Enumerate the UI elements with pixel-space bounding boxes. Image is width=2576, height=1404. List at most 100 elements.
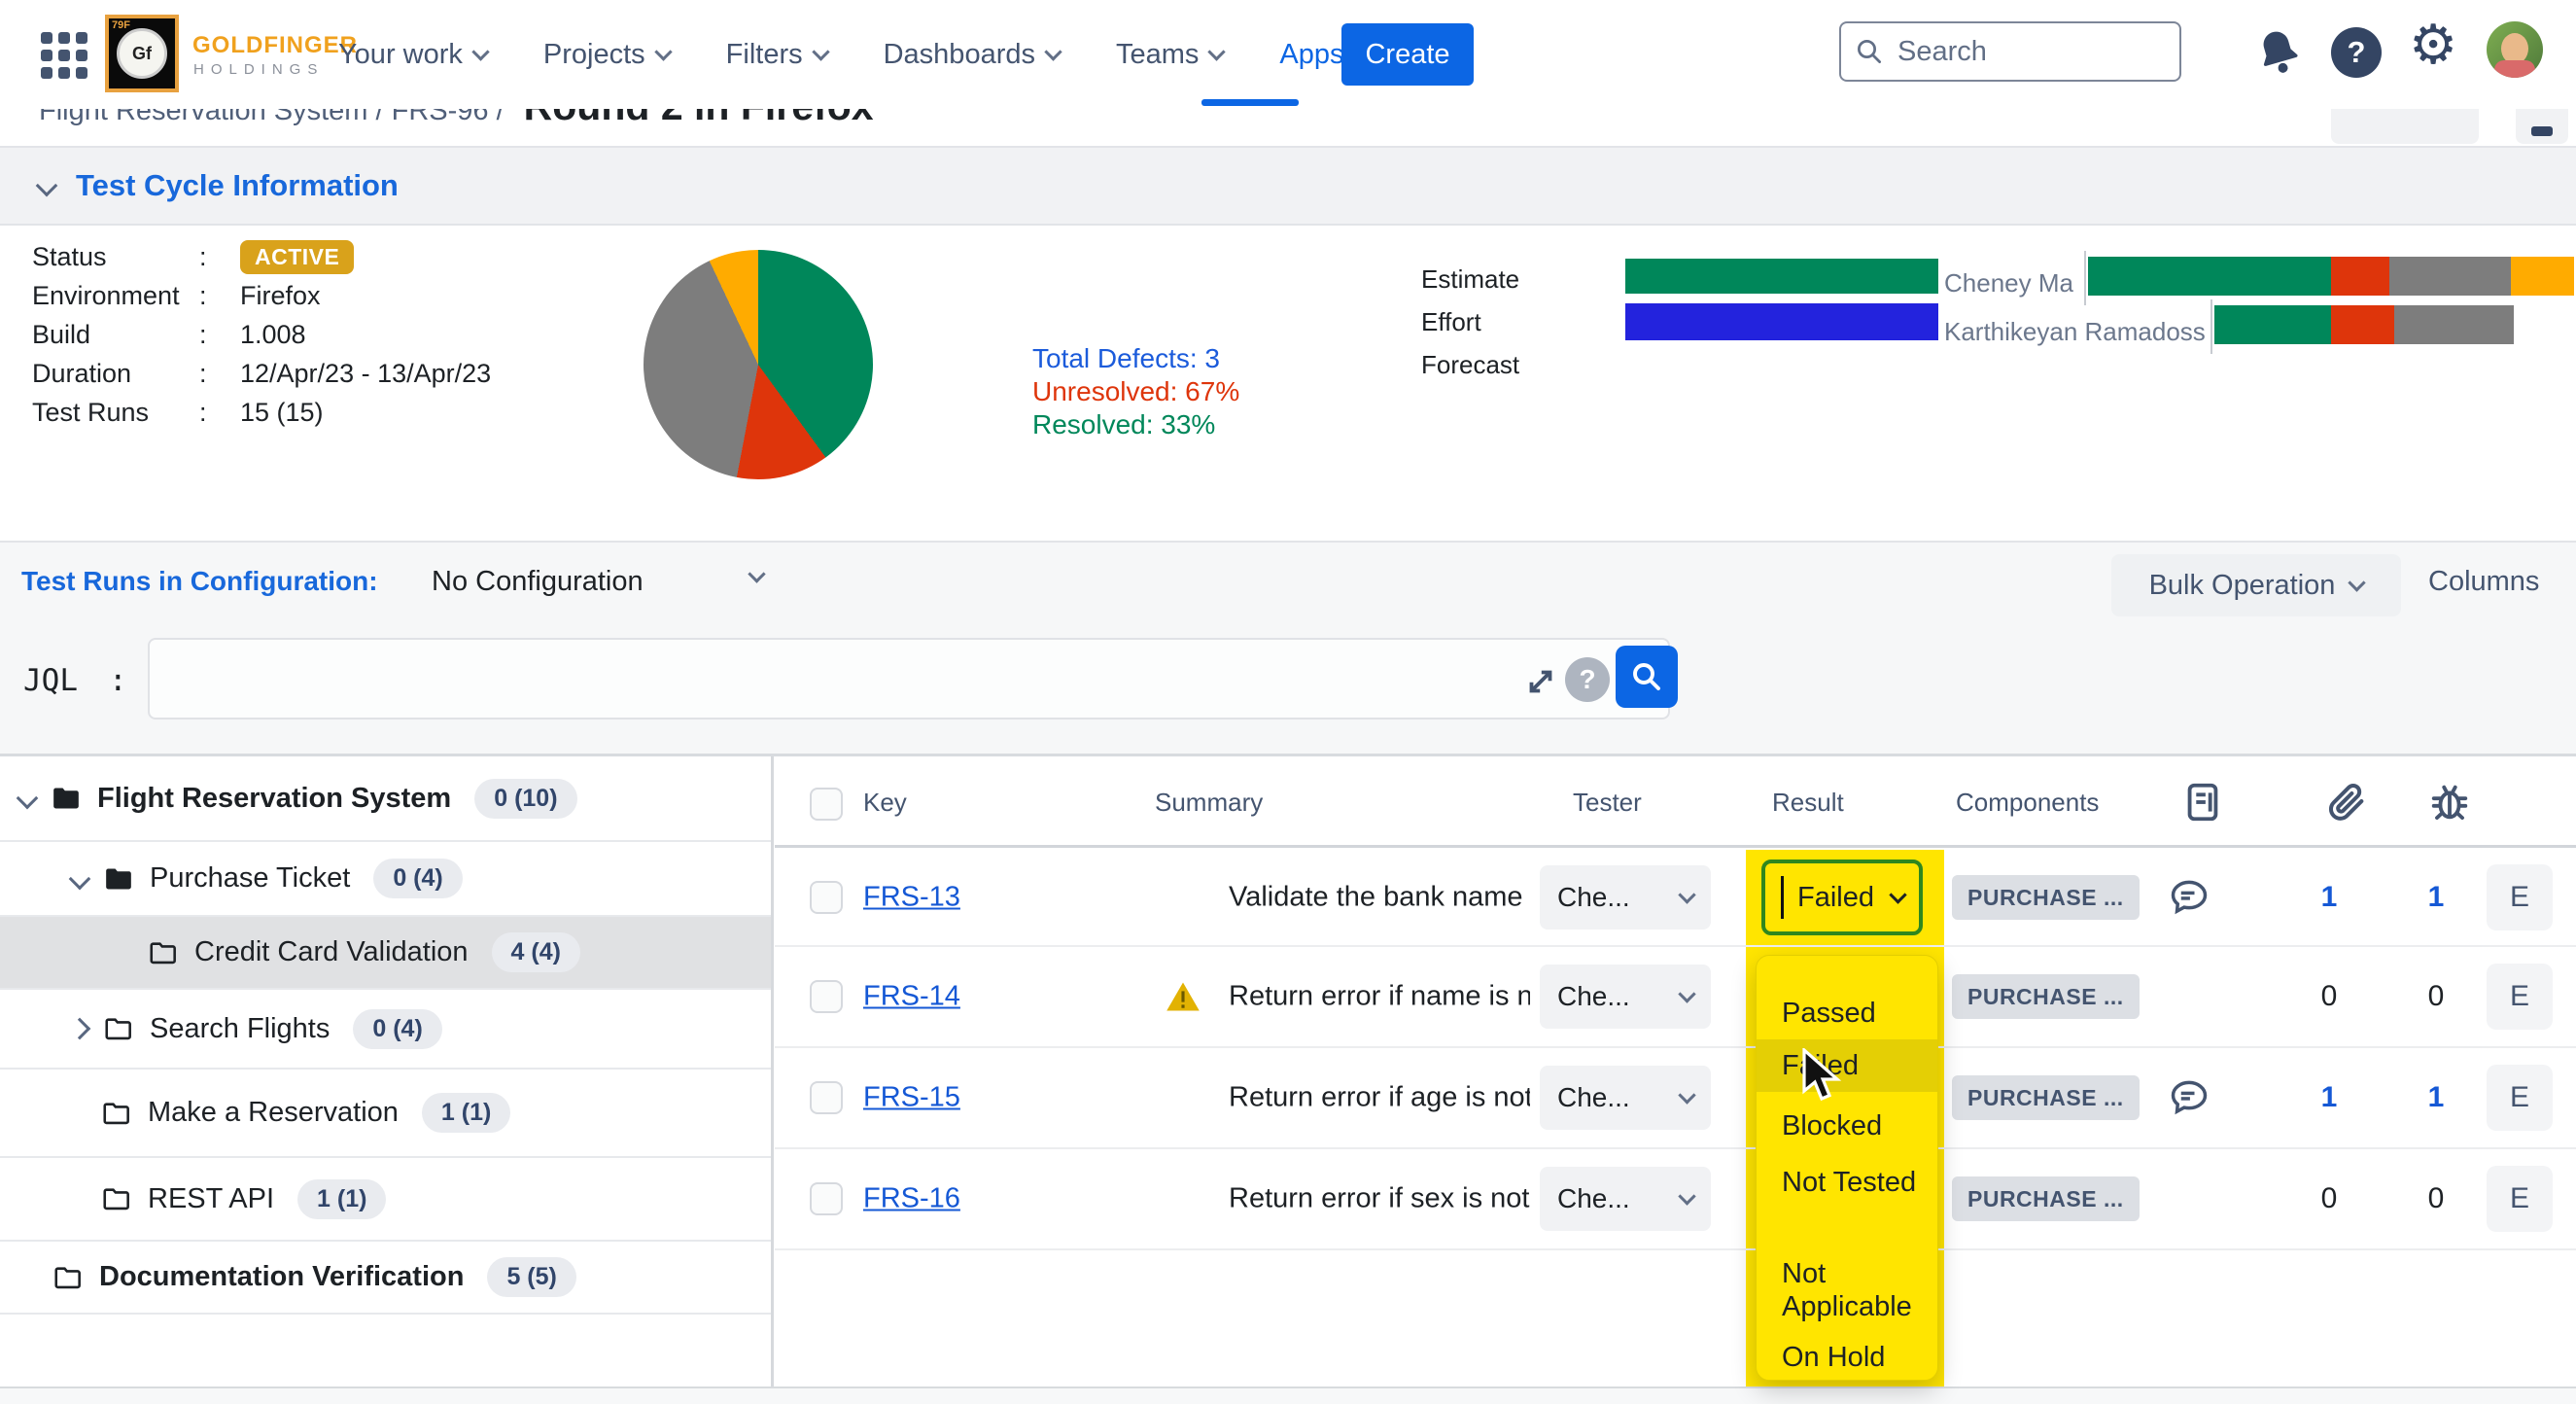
summary-text: Return error if name is not corr xyxy=(1229,981,1530,1013)
attachment-paperclip-icon[interactable] xyxy=(2324,780,2369,825)
tree-item-flight-reservation-system[interactable]: Flight Reservation System 0 (10) xyxy=(0,756,771,842)
option-on-hold[interactable]: On Hold xyxy=(1757,1341,1937,1374)
page-title: Round 2 in Firefox xyxy=(524,109,874,129)
option-passed[interactable]: Passed xyxy=(1757,997,1937,1030)
count-badge: 1 (1) xyxy=(297,1179,386,1219)
attachment-count[interactable]: 1 xyxy=(2297,1081,2361,1114)
company-logo[interactable]: 79F Gf xyxy=(105,15,179,92)
menu-your-work[interactable]: Your work xyxy=(338,39,487,71)
field-build: Build : 1.008 xyxy=(32,319,491,351)
tester-select[interactable]: Che... xyxy=(1540,1167,1711,1231)
search-input[interactable] xyxy=(1896,35,2142,69)
bug-icon[interactable] xyxy=(2427,780,2472,825)
status-badge: ACTIVE xyxy=(240,240,354,274)
tester-progress-bar xyxy=(2088,257,2574,296)
component-badge[interactable]: PURCHASE ... xyxy=(1952,875,2140,920)
tree-item-documentation-verification[interactable]: Documentation Verification 5 (5) xyxy=(0,1242,771,1315)
execution-details-icon[interactable] xyxy=(2180,780,2225,825)
chevron-down-icon[interactable] xyxy=(748,565,765,582)
execute-button[interactable]: E xyxy=(2487,864,2553,930)
tree-item-make-a-reservation[interactable]: Make a Reservation 1 (1) xyxy=(0,1070,771,1158)
configuration-select[interactable]: No Configuration xyxy=(432,566,644,598)
execution-status-pie-chart xyxy=(644,250,873,479)
execute-button[interactable]: E xyxy=(2487,964,2553,1030)
tree-item-search-flights[interactable]: Search Flights 0 (4) xyxy=(0,990,771,1070)
menu-dashboards[interactable]: Dashboards xyxy=(884,39,1060,71)
select-all-checkbox[interactable] xyxy=(810,788,843,821)
global-search[interactable] xyxy=(1839,21,2181,82)
effort-label: Effort xyxy=(1421,307,1481,337)
col-summary[interactable]: Summary xyxy=(1155,788,1263,818)
bulk-operation-button[interactable]: Bulk Operation xyxy=(2111,554,2401,616)
component-badge[interactable]: PURCHASE ... xyxy=(1952,1176,2140,1221)
section-title[interactable]: Test Cycle Information xyxy=(76,168,399,203)
issue-key-link[interactable]: FRS-16 xyxy=(863,1183,960,1215)
issue-key-link[interactable]: FRS-14 xyxy=(863,981,960,1013)
top-nav: 79F Gf GOLDFINGER HOLDINGS Your work Pro… xyxy=(0,0,2576,109)
app-switcher-icon[interactable] xyxy=(41,32,87,79)
unresolved-defects: Unresolved: 67% xyxy=(1032,375,1239,408)
folder-outline-icon xyxy=(101,1100,132,1127)
count-badge: 4 (4) xyxy=(492,932,580,972)
defect-count[interactable]: 1 xyxy=(2404,1081,2468,1114)
result-select-open[interactable]: Failed xyxy=(1761,860,1923,935)
menu-teams[interactable]: Teams xyxy=(1116,39,1223,71)
settings-gear-icon[interactable]: ⚙ xyxy=(2409,18,2457,72)
component-badge[interactable]: PURCHASE ... xyxy=(1952,974,2140,1019)
chevron-down-icon[interactable] xyxy=(69,867,91,890)
menu-projects[interactable]: Projects xyxy=(543,39,670,71)
option-not-tested[interactable]: Not Tested xyxy=(1757,1166,1937,1199)
row-checkbox[interactable] xyxy=(810,980,843,1013)
chevron-down-icon[interactable] xyxy=(17,788,39,810)
jql-help-icon[interactable]: ? xyxy=(1565,657,1610,702)
config-bar: Test Runs in Configuration: No Configura… xyxy=(0,541,2576,624)
tester-select[interactable]: Che... xyxy=(1540,1066,1711,1130)
option-failed[interactable]: Failed xyxy=(1757,1049,1937,1082)
tester-select[interactable]: Che... xyxy=(1540,865,1711,930)
notification-bell-icon[interactable] xyxy=(2247,21,2310,84)
issue-key-link[interactable]: FRS-13 xyxy=(863,882,960,914)
collapse-chevron-icon[interactable] xyxy=(36,175,58,197)
option-blocked[interactable]: Blocked xyxy=(1757,1109,1937,1142)
clipped-icon-button[interactable] xyxy=(2516,109,2568,144)
component-badge[interactable]: PURCHASE ... xyxy=(1952,1075,2140,1120)
defect-count[interactable]: 1 xyxy=(2404,881,2468,914)
row-checkbox[interactable] xyxy=(810,1081,843,1114)
create-button[interactable]: Create xyxy=(1341,23,1474,86)
comment-bubble-icon[interactable] xyxy=(2168,1076,2210,1119)
tree-item-purchase-ticket[interactable]: Purchase Ticket 0 (4) xyxy=(0,842,771,917)
row-checkbox[interactable] xyxy=(810,881,843,914)
execute-button[interactable]: E xyxy=(2487,1065,2553,1131)
tester-select[interactable]: Che... xyxy=(1540,965,1711,1029)
issue-key-link[interactable]: FRS-15 xyxy=(863,1082,960,1114)
table-row: FRS-13 Validate the bank name Che... Fai… xyxy=(775,850,2576,947)
field-environment: Environment : Firefox xyxy=(32,280,491,312)
field-duration: Duration : 12/Apr/23 - 13/Apr/23 xyxy=(32,358,491,390)
tree-item-rest-api[interactable]: REST API 1 (1) xyxy=(0,1158,771,1242)
expand-icon[interactable] xyxy=(1522,663,1559,700)
option-not-applicable[interactable]: Not Applicable xyxy=(1757,1257,1937,1323)
tree-item-credit-card-validation[interactable]: Credit Card Validation 4 (4) xyxy=(0,917,771,990)
user-avatar[interactable] xyxy=(2487,21,2543,78)
col-key[interactable]: Key xyxy=(863,788,907,818)
bar-axis-line xyxy=(2210,299,2212,354)
chevron-right-icon[interactable] xyxy=(69,1018,91,1040)
clipped-action-button[interactable] xyxy=(2331,109,2479,144)
main-menu: Your work Projects Filters Dashboards Te… xyxy=(338,0,1369,109)
execute-button[interactable]: E xyxy=(2487,1166,2553,1232)
defect-count: 0 xyxy=(2404,1182,2468,1215)
attachment-count[interactable]: 1 xyxy=(2297,881,2361,914)
jql-input[interactable] xyxy=(148,638,1670,720)
comment-bubble-icon[interactable] xyxy=(2168,876,2210,919)
chevron-down-icon xyxy=(1678,1086,1695,1104)
jql-search-button[interactable] xyxy=(1616,646,1678,708)
row-checkbox[interactable] xyxy=(810,1182,843,1215)
col-components[interactable]: Components xyxy=(1956,788,2099,818)
columns-button[interactable]: Columns xyxy=(2428,566,2539,598)
col-tester[interactable]: Tester xyxy=(1573,788,1642,818)
help-icon[interactable]: ? xyxy=(2331,27,2382,78)
menu-filters[interactable]: Filters xyxy=(726,39,827,71)
col-result[interactable]: Result xyxy=(1772,788,1844,818)
breadcrumb[interactable]: Flight Reservation System / FRS-96 / xyxy=(39,109,505,127)
summary-text: Return error if age is not correc xyxy=(1229,1082,1530,1114)
